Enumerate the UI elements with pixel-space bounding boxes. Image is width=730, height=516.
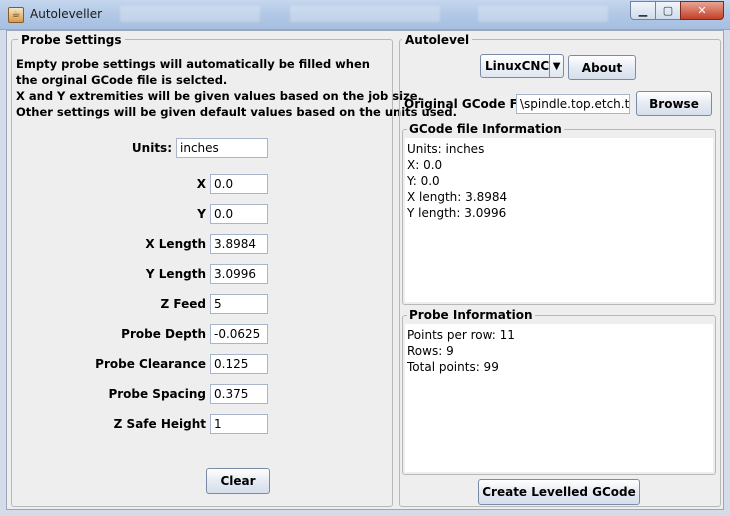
dropdown-arrow-icon[interactable]: ▼ (549, 55, 563, 77)
autolevel-title: Autolevel (402, 33, 473, 47)
controller-select[interactable]: LinuxCNC ▼ (480, 54, 564, 78)
info-line: X and Y extremities will be given values… (16, 89, 422, 103)
close-icon: ✕ (697, 4, 707, 17)
probe-depth-field[interactable]: -0.0625 (210, 324, 268, 344)
probe-spacing-label: Probe Spacing (108, 387, 206, 401)
create-levelled-gcode-button[interactable]: Create Levelled GCode (478, 479, 640, 505)
probe-settings-info: Empty probe settings will automatically … (16, 56, 457, 120)
probe-settings-panel: Probe Settings Empty probe settings will… (11, 33, 457, 507)
y-field[interactable]: 0.0 (210, 204, 268, 224)
background-blur (290, 6, 440, 22)
window-controls: ▁ ▢ ✕ (630, 1, 724, 20)
window-title: Autoleveller (30, 7, 103, 21)
probe-info-title: Probe Information (407, 308, 535, 322)
x-length-field[interactable]: 3.8984 (210, 234, 268, 254)
minimize-icon: ▁ (638, 4, 648, 17)
probe-clearance-field[interactable]: 0.125 (210, 354, 268, 374)
x-field[interactable]: 0.0 (210, 174, 268, 194)
probe-info-line: Points per row: 11 (407, 328, 515, 342)
y-length-label: Y Length (145, 267, 206, 281)
window-client-area: Probe Settings Empty probe settings will… (6, 30, 724, 510)
browse-button[interactable]: Browse (636, 91, 712, 116)
probe-info-line: Total points: 99 (407, 360, 499, 374)
gcode-info-panel: GCode file Information Units: inches X: … (402, 122, 716, 305)
gcode-info-line: Y length: 3.0996 (407, 206, 507, 220)
info-line: Other settings will be given default val… (16, 105, 457, 119)
z-feed-field[interactable]: 5 (210, 294, 268, 314)
gcode-info-line: X length: 3.8984 (407, 190, 508, 204)
probe-spacing-field[interactable]: 0.375 (210, 384, 268, 404)
controller-select-value: LinuxCNC (485, 59, 550, 73)
gcode-info-text[interactable]: Units: inches X: 0.0 Y: 0.0 X length: 3.… (405, 138, 713, 302)
y-length-field[interactable]: 3.0996 (210, 264, 268, 284)
info-line: the orginal GCode file is selcted. (16, 73, 228, 87)
original-gcode-field[interactable]: \spindle.top.etch.tap (516, 94, 630, 114)
original-gcode-label: Original GCode File (404, 97, 535, 111)
background-blur (478, 6, 608, 22)
x-length-label: X Length (145, 237, 206, 251)
units-field[interactable]: inches (176, 138, 268, 158)
z-safe-height-field[interactable]: 1 (210, 414, 268, 434)
info-line: Empty probe settings will automatically … (16, 57, 370, 71)
close-button[interactable]: ✕ (680, 1, 724, 20)
z-safe-height-label: Z Safe Height (113, 417, 206, 431)
background-blur (120, 6, 260, 22)
gcode-info-title: GCode file Information (407, 122, 564, 136)
gcode-info-line: Y: 0.0 (407, 174, 440, 188)
about-button[interactable]: About (568, 55, 636, 80)
units-label: Units: (131, 141, 172, 155)
maximize-icon: ▢ (662, 4, 674, 17)
z-feed-label: Z Feed (160, 297, 206, 311)
minimize-button[interactable]: ▁ (630, 1, 656, 20)
probe-info-text[interactable]: Points per row: 11 Rows: 9 Total points:… (405, 324, 713, 472)
app-icon: ☕ (8, 7, 24, 23)
gcode-info-line: X: 0.0 (407, 158, 443, 172)
title-bar: ☕ Autoleveller ▁ ▢ ✕ (0, 0, 730, 30)
probe-info-line: Rows: 9 (407, 344, 454, 358)
gcode-info-line: Units: inches (407, 142, 485, 156)
probe-depth-label: Probe Depth (121, 327, 206, 341)
y-label: Y (197, 207, 206, 221)
probe-info-panel: Probe Information Points per row: 11 Row… (402, 308, 716, 475)
autolevel-panel: Autolevel LinuxCNC ▼ About Original GCod… (399, 33, 721, 507)
probe-clearance-label: Probe Clearance (95, 357, 206, 371)
clear-button[interactable]: Clear (206, 468, 270, 494)
probe-settings-title: Probe Settings (18, 33, 125, 47)
x-label: X (196, 177, 206, 191)
maximize-button[interactable]: ▢ (655, 1, 681, 20)
